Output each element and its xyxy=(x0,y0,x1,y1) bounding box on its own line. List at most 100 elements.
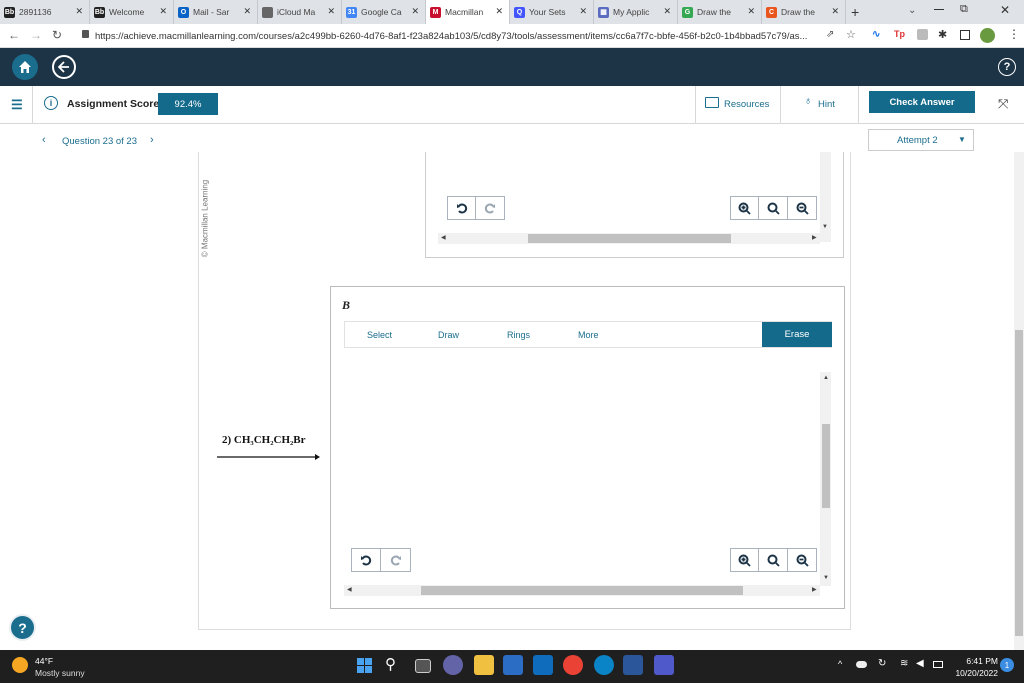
info-icon[interactable]: i xyxy=(44,96,58,110)
forward-arrow-icon[interactable]: → xyxy=(30,28,42,42)
horizontal-scroll-thumb[interactable] xyxy=(421,586,743,595)
close-icon[interactable]: ✕ xyxy=(747,6,755,17)
back-arrow-icon[interactable]: ← xyxy=(8,28,20,42)
reload-icon[interactable]: ↻ xyxy=(52,28,62,42)
store-icon[interactable] xyxy=(503,655,523,675)
close-icon[interactable]: ✕ xyxy=(159,6,167,17)
zoom-out-button[interactable] xyxy=(788,196,817,220)
browser-tab[interactable]: 31 Google Ca ✕ xyxy=(342,0,426,24)
browser-tab[interactable]: iCloud Ma ✕ xyxy=(258,0,342,24)
tray-chevron-up-icon[interactable]: ^ xyxy=(838,659,842,669)
zoom-reset-button[interactable] xyxy=(759,196,788,220)
help-button[interactable]: ? xyxy=(9,614,36,641)
new-tab-button[interactable]: + xyxy=(851,4,859,20)
bookmark-star-icon[interactable]: ☆ xyxy=(846,28,856,41)
word-icon[interactable] xyxy=(623,655,643,675)
teams-icon[interactable] xyxy=(654,655,674,675)
browser-tab[interactable]: G Draw the ✕ xyxy=(678,0,762,24)
scroll-right-arrow-icon[interactable]: ▶ xyxy=(812,234,817,241)
close-icon[interactable]: ✕ xyxy=(831,6,839,17)
teams-chat-icon[interactable] xyxy=(443,655,463,675)
close-icon[interactable]: ✕ xyxy=(579,6,587,17)
erase-button[interactable]: Erase xyxy=(762,322,832,347)
zoom-in-button[interactable] xyxy=(730,548,759,572)
next-question-chevron-icon[interactable]: › xyxy=(150,134,154,146)
close-icon[interactable]: ✕ xyxy=(327,6,335,17)
file-explorer-icon[interactable] xyxy=(474,655,494,675)
check-answer-button[interactable]: Check Answer xyxy=(869,91,975,113)
browser-tab[interactable]: Bb Welcome ✕ xyxy=(90,0,174,24)
list-menu-icon[interactable]: ☰ xyxy=(11,97,23,113)
menu-kebab-icon[interactable]: ⋮ xyxy=(1008,27,1020,41)
battery-icon[interactable] xyxy=(933,661,943,668)
undo-button[interactable] xyxy=(351,548,381,572)
undo-button[interactable] xyxy=(447,196,476,220)
browser-tab[interactable]: Bb 2891136 ✕ xyxy=(0,0,90,24)
clock-date[interactable]: 10/20/2022 xyxy=(952,668,998,678)
share-icon[interactable]: ⇗ xyxy=(826,29,834,40)
avatar[interactable] xyxy=(980,28,995,43)
search-icon[interactable]: ⚲ xyxy=(385,655,396,673)
horizontal-scroll-thumb[interactable] xyxy=(528,234,731,243)
clock-time[interactable]: 6:41 PM xyxy=(964,656,998,666)
scroll-down-arrow-icon[interactable]: ▼ xyxy=(822,224,828,230)
close-icon[interactable]: ✕ xyxy=(411,6,419,17)
chevron-down-icon[interactable]: ▼ xyxy=(958,135,966,144)
page-scroll-thumb[interactable] xyxy=(1015,330,1023,636)
zoom-reset-button[interactable] xyxy=(759,548,788,572)
close-icon[interactable]: ✕ xyxy=(495,6,503,17)
edge-icon[interactable] xyxy=(594,655,614,675)
notification-badge[interactable]: 1 xyxy=(1000,658,1014,672)
prev-question-chevron-icon[interactable]: ‹ xyxy=(42,134,46,146)
zoom-in-button[interactable] xyxy=(730,196,759,220)
task-view-icon[interactable] xyxy=(415,659,431,673)
vertical-scroll-thumb[interactable] xyxy=(822,424,830,508)
back-button[interactable] xyxy=(52,55,76,79)
close-icon[interactable]: ✕ xyxy=(243,6,251,17)
redo-button[interactable] xyxy=(476,196,505,220)
extension-icon[interactable]: ∿ xyxy=(872,29,880,40)
extension-icon[interactable] xyxy=(917,29,928,40)
browser-tab[interactable]: C Draw the ✕ xyxy=(762,0,846,24)
scroll-up-arrow-icon[interactable]: ▲ xyxy=(823,375,829,381)
chrome-icon[interactable] xyxy=(563,655,583,675)
mail-icon[interactable] xyxy=(533,655,553,675)
scroll-down-arrow-icon[interactable]: ▼ xyxy=(823,575,829,581)
close-icon[interactable]: ✕ xyxy=(75,6,83,17)
scroll-right-arrow-icon[interactable]: ▶ xyxy=(812,586,817,593)
tab-select[interactable]: Select xyxy=(367,330,392,340)
apple-icon xyxy=(262,6,273,18)
windows-start-icon[interactable] xyxy=(357,658,372,673)
extension-tp-icon[interactable]: Tp xyxy=(894,29,905,39)
browser-tab[interactable]: Q Your Sets ✕ xyxy=(510,0,594,24)
scroll-left-arrow-icon[interactable]: ◀ xyxy=(441,234,446,241)
hint-button[interactable]: Hint xyxy=(818,99,835,110)
restore-button[interactable]: ⧉ xyxy=(960,3,968,16)
resources-button[interactable]: Resources xyxy=(724,99,769,110)
scroll-left-arrow-icon[interactable]: ◀ xyxy=(347,586,352,593)
url-field[interactable]: https://achieve.macmillanlearning.com/co… xyxy=(95,27,877,45)
home-button[interactable] xyxy=(12,54,38,80)
zoom-out-button[interactable] xyxy=(788,548,817,572)
tab-more[interactable]: More xyxy=(578,330,599,340)
redo-button[interactable] xyxy=(381,548,411,572)
tab-rings[interactable]: Rings xyxy=(507,330,530,340)
speaker-icon[interactable]: ◀ xyxy=(916,658,924,669)
tab-search-icon[interactable]: ⌄ xyxy=(908,5,916,16)
help-icon[interactable]: ? xyxy=(998,58,1016,76)
close-window-button[interactable]: ✕ xyxy=(1000,3,1010,17)
tab-draw[interactable]: Draw xyxy=(438,330,459,340)
minimize-button[interactable] xyxy=(934,9,944,10)
fullscreen-icon[interactable]: ⤧ xyxy=(998,96,1008,112)
sync-icon[interactable]: ↻ xyxy=(878,658,886,669)
wifi-icon[interactable]: ≋ xyxy=(900,658,908,669)
quizlet-icon: Q xyxy=(514,6,525,18)
browser-tab[interactable]: O Mail - Sar ✕ xyxy=(174,0,258,24)
onedrive-icon[interactable] xyxy=(856,661,867,668)
puzzle-icon[interactable]: ✱ xyxy=(938,28,947,41)
close-icon[interactable]: ✕ xyxy=(663,6,671,17)
browser-tab[interactable]: ▦ My Applic ✕ xyxy=(594,0,678,24)
weather-sun-icon[interactable] xyxy=(12,657,28,673)
browser-tab-active[interactable]: M Macmillan ✕ xyxy=(426,0,510,24)
sidebar-icon[interactable] xyxy=(960,30,970,40)
